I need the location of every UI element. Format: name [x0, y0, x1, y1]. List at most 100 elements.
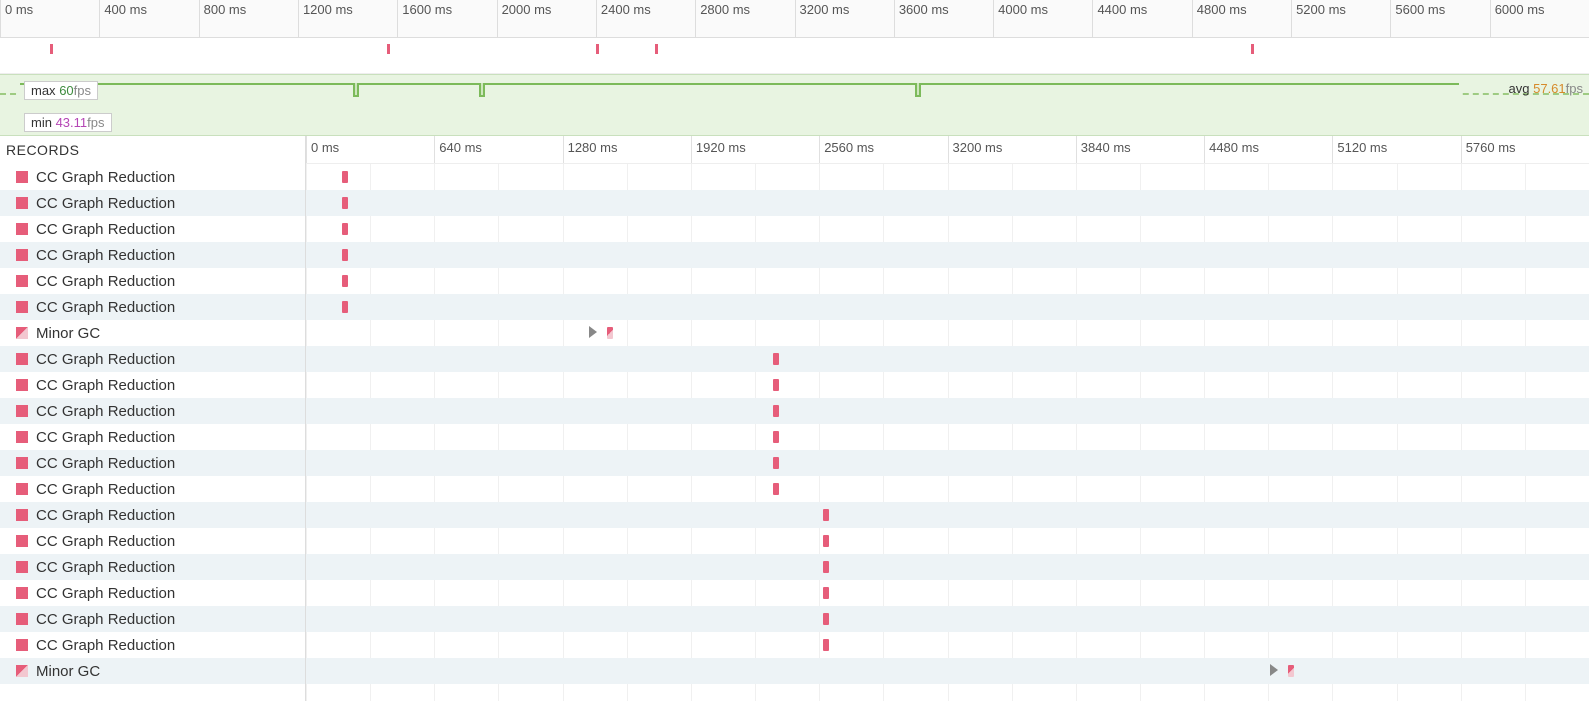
fps-top-line — [20, 83, 1459, 85]
waterfall-row[interactable] — [306, 554, 1589, 580]
swatch-cc-icon — [16, 301, 28, 313]
record-row[interactable]: Minor GC — [0, 320, 305, 346]
record-label: CC Graph Reduction — [36, 481, 175, 498]
fps-avg-label: avg — [1509, 81, 1530, 96]
overview-marker — [387, 44, 390, 54]
waterfall-mark[interactable] — [823, 587, 829, 599]
swatch-cc-icon — [16, 171, 28, 183]
waterfall-mark[interactable] — [823, 613, 829, 625]
record-row[interactable]: CC Graph Reduction — [0, 164, 305, 190]
waterfall-row[interactable] — [306, 190, 1589, 216]
waterfall-row[interactable] — [306, 268, 1589, 294]
record-row[interactable]: CC Graph Reduction — [0, 606, 305, 632]
waterfall-ruler[interactable]: 0 ms640 ms1280 ms1920 ms2560 ms3200 ms38… — [306, 136, 1589, 164]
waterfall-mark[interactable] — [342, 249, 348, 261]
waterfall-row[interactable] — [306, 450, 1589, 476]
record-row[interactable]: CC Graph Reduction — [0, 242, 305, 268]
records-panel: RECORDS CC Graph ReductionCC Graph Reduc… — [0, 136, 306, 701]
expand-triangle-icon[interactable] — [589, 326, 597, 338]
waterfall-row[interactable] — [306, 476, 1589, 502]
waterfall-row[interactable] — [306, 658, 1589, 684]
record-row[interactable]: CC Graph Reduction — [0, 502, 305, 528]
record-row[interactable]: Minor GC — [0, 658, 305, 684]
waterfall-mark[interactable] — [773, 483, 779, 495]
waterfall-mark[interactable] — [342, 197, 348, 209]
overview-tick: 400 ms — [99, 0, 147, 37]
records-header: RECORDS — [0, 136, 305, 164]
record-row[interactable]: CC Graph Reduction — [0, 450, 305, 476]
waterfall-row[interactable] — [306, 216, 1589, 242]
waterfall-row[interactable] — [306, 320, 1589, 346]
waterfall-mark[interactable] — [342, 301, 348, 313]
waterfall-mark[interactable] — [823, 509, 829, 521]
waterfall-mark[interactable] — [342, 223, 348, 235]
fps-max-label: max — [31, 83, 56, 98]
record-row[interactable]: CC Graph Reduction — [0, 424, 305, 450]
fps-min-label: min — [31, 115, 52, 130]
waterfall-mark[interactable] — [342, 275, 348, 287]
waterfall-mark[interactable] — [823, 561, 829, 573]
waterfall-tick: 1920 ms — [691, 136, 746, 163]
record-row[interactable]: CC Graph Reduction — [0, 216, 305, 242]
overview-tick: 800 ms — [199, 0, 247, 37]
record-row[interactable]: CC Graph Reduction — [0, 554, 305, 580]
record-row[interactable]: CC Graph Reduction — [0, 268, 305, 294]
fps-min-unit: fps — [87, 115, 104, 130]
record-row[interactable]: CC Graph Reduction — [0, 294, 305, 320]
waterfall-mark[interactable] — [1288, 665, 1294, 677]
waterfall-row[interactable] — [306, 580, 1589, 606]
record-label: CC Graph Reduction — [36, 611, 175, 628]
waterfall-mark[interactable] — [773, 457, 779, 469]
record-label: CC Graph Reduction — [36, 377, 175, 394]
waterfall-row[interactable] — [306, 632, 1589, 658]
overview-ruler[interactable]: 0 ms400 ms800 ms1200 ms1600 ms2000 ms240… — [0, 0, 1589, 38]
overview-tick: 4800 ms — [1192, 0, 1247, 37]
fps-avg-unit: fps — [1566, 81, 1583, 96]
waterfall-panel[interactable]: 0 ms640 ms1280 ms1920 ms2560 ms3200 ms38… — [306, 136, 1589, 701]
waterfall-mark[interactable] — [823, 639, 829, 651]
record-row[interactable]: CC Graph Reduction — [0, 372, 305, 398]
swatch-cc-icon — [16, 639, 28, 651]
fps-chart[interactable]: max 60fps min 43.11fps avg 57.61fps — [0, 74, 1589, 136]
overview-tick: 1600 ms — [397, 0, 452, 37]
waterfall-row[interactable] — [306, 606, 1589, 632]
waterfall-mark[interactable] — [773, 353, 779, 365]
record-row[interactable]: CC Graph Reduction — [0, 398, 305, 424]
waterfall-mark[interactable] — [342, 171, 348, 183]
record-row[interactable]: CC Graph Reduction — [0, 476, 305, 502]
waterfall-row[interactable] — [306, 346, 1589, 372]
waterfall-row[interactable] — [306, 502, 1589, 528]
fps-max-value: 60 — [59, 83, 73, 98]
fps-max-unit: fps — [74, 83, 91, 98]
record-row[interactable]: CC Graph Reduction — [0, 190, 305, 216]
fps-dip — [353, 83, 359, 97]
record-row[interactable]: CC Graph Reduction — [0, 580, 305, 606]
waterfall-row[interactable] — [306, 424, 1589, 450]
waterfall-row[interactable] — [306, 164, 1589, 190]
overview-tick: 2400 ms — [596, 0, 651, 37]
overview-tick: 4000 ms — [993, 0, 1048, 37]
waterfall-mark[interactable] — [773, 379, 779, 391]
waterfall-mark[interactable] — [773, 405, 779, 417]
overview-tick: 5600 ms — [1390, 0, 1445, 37]
record-row[interactable]: CC Graph Reduction — [0, 346, 305, 372]
overview-markers[interactable] — [0, 38, 1589, 74]
waterfall-mark[interactable] — [823, 535, 829, 547]
waterfall-row[interactable] — [306, 372, 1589, 398]
waterfall-mark[interactable] — [773, 431, 779, 443]
record-label: CC Graph Reduction — [36, 221, 175, 238]
record-row[interactable]: CC Graph Reduction — [0, 528, 305, 554]
waterfall-mark[interactable] — [607, 327, 613, 339]
record-label: CC Graph Reduction — [36, 507, 175, 524]
fps-avg-value: 57.61 — [1533, 81, 1566, 96]
swatch-cc-icon — [16, 535, 28, 547]
record-row[interactable]: CC Graph Reduction — [0, 632, 305, 658]
overview-tick: 2800 ms — [695, 0, 750, 37]
waterfall-row[interactable] — [306, 398, 1589, 424]
waterfall-row[interactable] — [306, 528, 1589, 554]
waterfall-tick: 2560 ms — [819, 136, 874, 163]
waterfall-row[interactable] — [306, 242, 1589, 268]
swatch-cc-icon — [16, 379, 28, 391]
waterfall-row[interactable] — [306, 294, 1589, 320]
expand-triangle-icon[interactable] — [1270, 664, 1278, 676]
